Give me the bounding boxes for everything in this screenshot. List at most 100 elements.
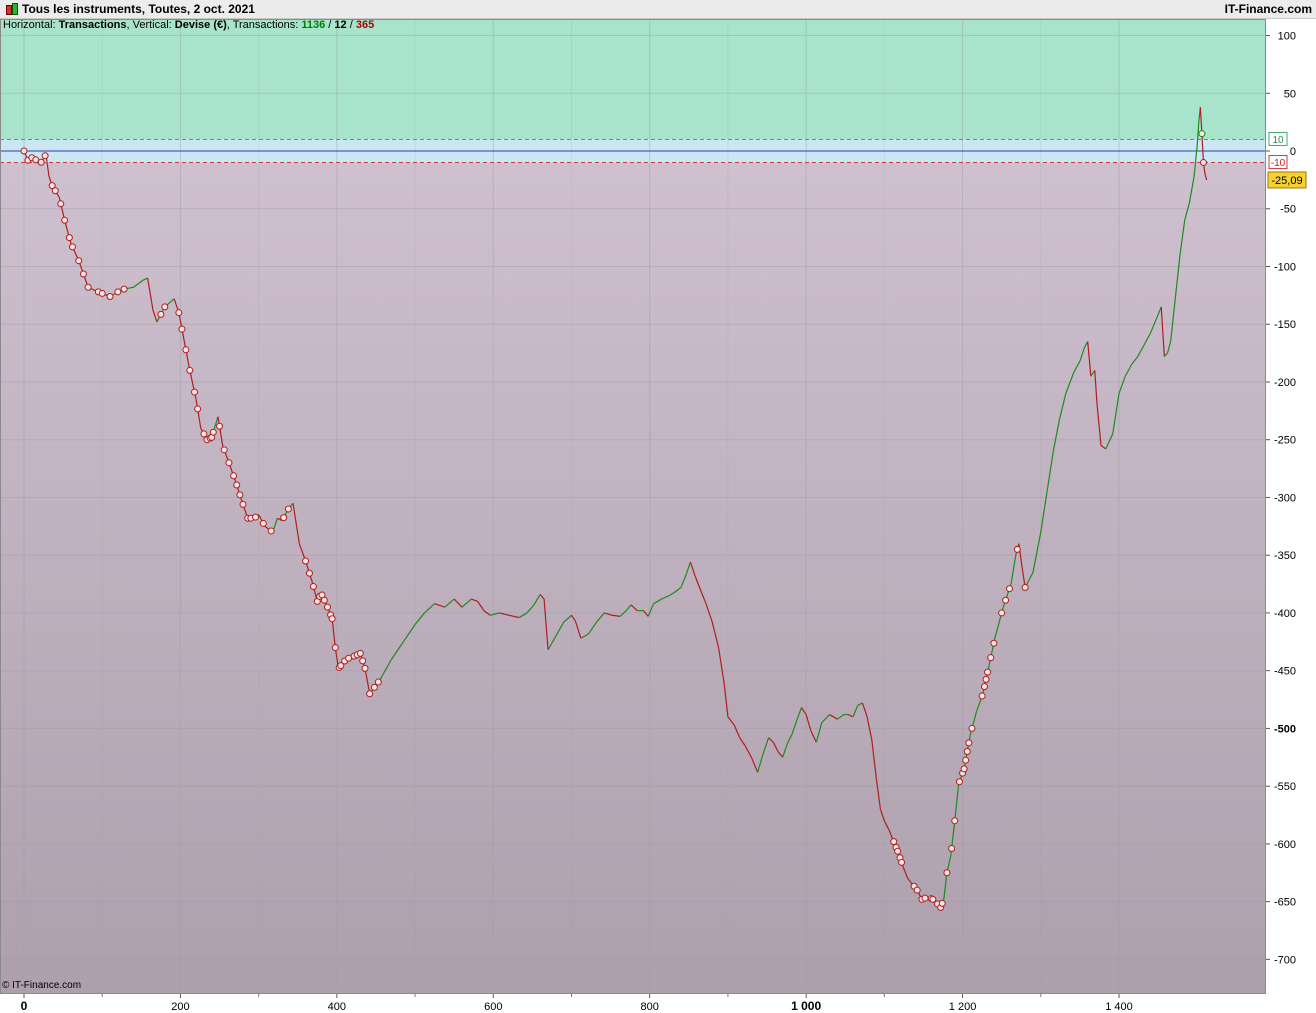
transaction-marker <box>898 858 906 866</box>
transaction-marker <box>302 557 310 565</box>
transaction-marker <box>75 257 83 265</box>
transactions-label: , Transactions: <box>226 19 302 31</box>
transaction-marker <box>978 692 986 700</box>
transaction-marker <box>361 664 369 672</box>
transaction-marker <box>182 346 190 354</box>
transaction-marker <box>305 569 313 577</box>
y-tick-label: -500 <box>1274 723 1296 735</box>
transaction-marker <box>225 459 233 467</box>
transaction-marker <box>51 187 59 195</box>
y-tick-label: -300 <box>1274 492 1296 504</box>
horizontal-label: Horizontal: <box>3 19 59 31</box>
winning-count: 1136 <box>301 19 326 31</box>
transaction-marker <box>236 491 244 499</box>
loss-zone <box>0 162 1266 994</box>
transaction-marker <box>239 500 247 508</box>
title-bar: Tous les instruments, Toutes, 2 oct. 202… <box>0 0 1316 19</box>
transaction-marker <box>220 446 228 454</box>
y-tick-label: 50 <box>1284 88 1296 100</box>
horizontal-value: Transactions <box>58 19 127 31</box>
separator: / <box>346 19 356 31</box>
y-tick-label: -450 <box>1274 666 1296 678</box>
chart-subtitle: Horizontal: Transactions, Vertical: Devi… <box>3 19 374 31</box>
transaction-marker <box>186 366 194 374</box>
transaction-marker <box>968 724 976 732</box>
transaction-marker <box>280 514 288 522</box>
y-tick-label: -600 <box>1274 839 1296 851</box>
x-tick-label: 200 <box>171 1001 189 1013</box>
transaction-marker <box>963 748 971 756</box>
transaction-marker <box>320 596 328 604</box>
neutral-count: 12 <box>334 19 347 31</box>
y-tick-label: -700 <box>1274 954 1296 966</box>
transaction-marker <box>98 289 106 297</box>
last-value-label: -25,09 <box>1271 175 1302 187</box>
transaction-marker <box>1002 596 1010 604</box>
y-tick-label: -350 <box>1274 550 1296 562</box>
transaction-marker <box>1006 585 1013 593</box>
transaction-marker <box>267 527 275 535</box>
copyright-label: © IT-Finance.com <box>2 980 82 991</box>
transaction-marker <box>41 152 49 160</box>
y-tick-label: 100 <box>1278 31 1296 43</box>
transaction-marker <box>37 158 45 166</box>
transaction-marker <box>356 649 364 657</box>
y-tick-label: -250 <box>1274 435 1296 447</box>
transaction-marker <box>1199 159 1207 167</box>
transaction-marker <box>114 288 122 296</box>
transaction-marker <box>998 609 1006 617</box>
transaction-marker <box>984 668 992 676</box>
transaction-marker <box>194 405 202 413</box>
transaction-marker <box>929 895 937 903</box>
transaction-marker <box>209 428 217 436</box>
transaction-marker <box>284 505 292 513</box>
transaction-marker <box>982 675 990 683</box>
y-tick-label: -50 <box>1280 204 1296 216</box>
transaction-marker <box>259 519 267 527</box>
transaction-marker <box>252 513 260 521</box>
transaction-marker <box>161 303 169 311</box>
x-tick-label: 1 400 <box>1105 1001 1133 1013</box>
transaction-marker <box>20 147 28 155</box>
y-tick-label: -150 <box>1274 319 1296 331</box>
y-tick-label: -100 <box>1274 261 1296 273</box>
transaction-marker <box>79 270 87 278</box>
transaction-marker <box>921 894 929 902</box>
transaction-marker <box>191 388 199 396</box>
losing-count: 365 <box>355 19 375 31</box>
x-tick-label: 800 <box>641 1001 659 1013</box>
transaction-marker <box>951 817 959 825</box>
transaction-marker <box>84 283 92 291</box>
transaction-marker <box>965 739 973 747</box>
transaction-marker <box>1198 130 1206 138</box>
transaction-marker <box>61 216 69 224</box>
transaction-marker <box>359 657 367 665</box>
candlestick-icon <box>4 3 18 15</box>
transaction-marker <box>913 886 921 894</box>
y-tick-label: -400 <box>1274 608 1296 620</box>
transaction-marker <box>370 683 378 691</box>
transaction-marker <box>68 243 76 251</box>
vertical-value: Devise (€) <box>174 19 227 31</box>
x-tick-label: 1 200 <box>949 1001 977 1013</box>
transaction-marker <box>65 234 73 242</box>
transaction-marker <box>990 639 998 647</box>
profit-band-label: 10 <box>1272 135 1284 146</box>
x-tick-label: 400 <box>328 1001 346 1013</box>
x-tick-label: 1 000 <box>791 999 821 1013</box>
profit-zone <box>0 19 1266 140</box>
transaction-marker <box>374 678 382 686</box>
brand-label: IT-Finance.com <box>1224 2 1312 16</box>
transaction-marker <box>57 200 65 208</box>
transaction-marker <box>987 654 995 662</box>
transaction-marker <box>894 847 902 855</box>
transaction-marker <box>960 765 968 773</box>
loss-band-label: -10 <box>1271 158 1286 169</box>
transaction-marker <box>120 285 128 293</box>
vertical-label: , Vertical: <box>126 19 175 31</box>
transaction-marker <box>175 309 183 317</box>
y-tick-label: -650 <box>1274 897 1296 909</box>
transaction-marker <box>157 310 165 318</box>
x-tick-label: 600 <box>484 1001 502 1013</box>
equity-chart: 100500-50-100-150-200-250-300-350-400-45… <box>0 19 1307 1013</box>
